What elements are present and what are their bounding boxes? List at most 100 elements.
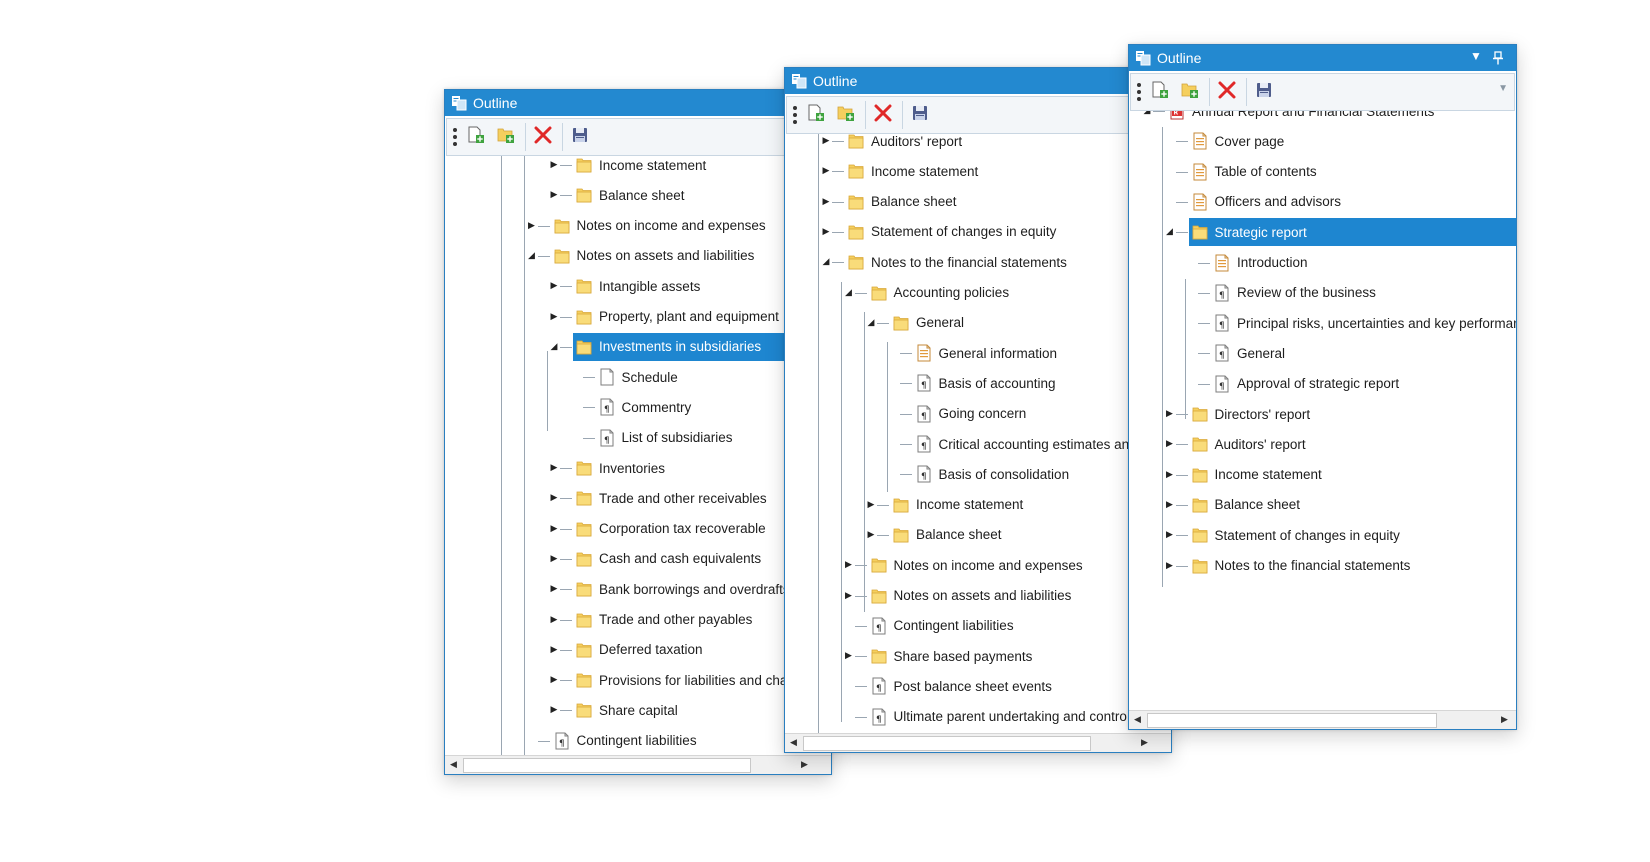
expand-arrow-icon[interactable]: ▶ (549, 492, 559, 503)
expand-arrow-icon[interactable]: ▶ (549, 583, 559, 594)
tree-item[interactable]: Income statement (1192, 461, 1322, 489)
tree-item[interactable]: Notes on assets and liabilities (554, 242, 754, 270)
expand-arrow-icon[interactable]: ▶ (1165, 529, 1175, 540)
collapse-arrow-icon[interactable]: ◢ (1165, 226, 1175, 237)
tree-item[interactable]: ¶ Going concern (916, 400, 1026, 428)
tree-item[interactable]: R Annual Report and Financial Statements (1169, 111, 1434, 125)
window-titlebar[interactable]: Outline (445, 90, 831, 116)
tree-item[interactable]: Notes on assets and liabilities (871, 582, 1071, 610)
tree-item[interactable]: Introduction (1214, 249, 1308, 277)
scroll-left-icon[interactable]: ◀ (1134, 714, 1141, 725)
outline-tree[interactable]: Income statement ▶ Balance sheet ▶ Notes on … (445, 156, 831, 756)
add-folder-button[interactable] (833, 102, 859, 128)
tree-item[interactable]: Inventories (576, 454, 665, 482)
tree-item[interactable]: Intangible assets (576, 272, 700, 300)
collapse-arrow-icon[interactable]: ◢ (844, 287, 854, 298)
expand-arrow-icon[interactable]: ▶ (866, 529, 876, 540)
delete-button[interactable] (1214, 79, 1240, 105)
expand-arrow-icon[interactable]: ▶ (821, 226, 831, 237)
tree-item[interactable]: Directors' report (1192, 400, 1310, 428)
expand-arrow-icon[interactable]: ▶ (844, 590, 854, 601)
toolbar-grip-icon[interactable] (453, 128, 457, 146)
tree-item[interactable]: ¶ Approval of strategic report (1214, 370, 1399, 398)
tree-item[interactable]: Balance sheet (893, 521, 1002, 549)
tree-item[interactable]: Table of contents (1192, 158, 1317, 186)
tree-item[interactable]: ¶ Critical accounting estimates and (916, 430, 1137, 458)
tree-item[interactable]: ¶ Ultimate parent undertaking and contro (871, 703, 1127, 731)
tree-item[interactable]: ¶ Contingent liabilities (554, 727, 697, 755)
tree-item[interactable]: Cover page (1192, 127, 1284, 155)
tree-item[interactable]: Cash and cash equivalents (576, 545, 761, 573)
tree-item[interactable]: ¶ Basis of consolidation (916, 460, 1069, 488)
tree-item[interactable]: Income statement (848, 157, 978, 185)
outline-tree[interactable]: Auditors' report ▶ Income statement ▶ Balanc… (785, 134, 1171, 734)
expand-arrow-icon[interactable]: ▶ (866, 499, 876, 510)
expand-arrow-icon[interactable]: ▶ (549, 280, 559, 291)
scrollbar-thumb[interactable] (463, 758, 751, 773)
collapse-arrow-icon[interactable]: ◢ (549, 341, 559, 352)
tree-item[interactable]: General (893, 309, 964, 337)
add-page-button[interactable] (1147, 79, 1173, 105)
expand-arrow-icon[interactable]: ▶ (549, 614, 559, 625)
tree-item[interactable]: Property, plant and equipment (576, 303, 779, 331)
expand-arrow-icon[interactable]: ▶ (549, 644, 559, 655)
pin-icon[interactable] (1492, 51, 1504, 65)
add-folder-button[interactable] (493, 124, 519, 150)
tree-item[interactable]: Balance sheet (576, 181, 685, 209)
expand-arrow-icon[interactable]: ▶ (821, 165, 831, 176)
expand-arrow-icon[interactable]: ▶ (549, 159, 559, 170)
tree-item[interactable]: ¶ Basis of accounting (916, 369, 1056, 397)
tree-item[interactable]: ¶ General (1214, 339, 1285, 367)
scrollbar-thumb[interactable] (803, 736, 1091, 751)
tree-item[interactable]: Accounting policies (871, 279, 1009, 307)
expand-arrow-icon[interactable]: ▶ (549, 311, 559, 322)
tree-item[interactable]: Share based payments (871, 642, 1032, 670)
horizontal-scrollbar[interactable]: ◀ ▶ (1129, 710, 1516, 729)
tree-item[interactable]: Corporation tax recoverable (576, 515, 766, 543)
tree-item[interactable]: Notes to the financial statements (848, 248, 1067, 276)
expand-arrow-icon[interactable]: ▶ (1165, 560, 1175, 571)
add-page-button[interactable] (463, 124, 489, 150)
expand-arrow-icon[interactable]: ▶ (1165, 469, 1175, 480)
delete-button[interactable] (530, 124, 556, 150)
tree-item[interactable]: ¶ Principal risks, uncertainties and key … (1214, 309, 1516, 337)
delete-button[interactable] (870, 102, 896, 128)
expand-arrow-icon[interactable]: ▶ (844, 559, 854, 570)
tree-item[interactable]: ¶ List of subsidiaries (599, 424, 733, 452)
horizontal-scrollbar[interactable]: ◀ ▶ (785, 733, 1171, 752)
scroll-right-icon[interactable]: ▶ (801, 759, 808, 770)
tree-item[interactable]: Notes to the financial statements (1192, 552, 1410, 580)
scrollbar-thumb[interactable] (1147, 713, 1437, 728)
expand-arrow-icon[interactable]: ▶ (549, 462, 559, 473)
collapse-arrow-icon[interactable]: ◢ (1142, 111, 1152, 116)
tree-item[interactable]: Strategic report (1188, 218, 1516, 247)
collapse-arrow-icon[interactable]: ◢ (527, 250, 537, 261)
tree-item[interactable]: Balance sheet (848, 188, 957, 216)
tree-item[interactable]: Schedule (599, 363, 678, 391)
window-titlebar[interactable]: Outline ▼ (1129, 45, 1516, 71)
tree-item[interactable]: Bank borrowings and overdrafts (576, 575, 790, 603)
tree-item[interactable]: ¶ Review of the business (1214, 279, 1376, 307)
toolbar-grip-icon[interactable] (793, 106, 797, 124)
collapse-arrow-icon[interactable]: ◢ (866, 317, 876, 328)
tree-item[interactable]: Notes on income and expenses (871, 551, 1083, 579)
scroll-right-icon[interactable]: ▶ (1141, 737, 1148, 748)
scroll-left-icon[interactable]: ◀ (450, 759, 457, 770)
add-folder-button[interactable] (1177, 79, 1203, 105)
scroll-left-icon[interactable]: ◀ (790, 737, 797, 748)
window-titlebar[interactable]: Outline (785, 68, 1171, 94)
expand-arrow-icon[interactable]: ▶ (844, 650, 854, 661)
tree-item[interactable]: Auditors' report (848, 134, 962, 155)
expand-arrow-icon[interactable]: ▶ (549, 704, 559, 715)
tree-item[interactable]: Statement of changes in equity (848, 218, 1056, 246)
tree-item[interactable]: Income statement (893, 491, 1023, 519)
tree-item[interactable]: ¶ Post balance sheet events (871, 672, 1052, 700)
expand-arrow-icon[interactable]: ▶ (549, 189, 559, 200)
tree-item[interactable]: Deferred taxation (576, 636, 703, 664)
dropdown-menu-icon[interactable]: ▼ (1470, 49, 1482, 63)
tree-item[interactable]: General information (916, 339, 1057, 367)
horizontal-scrollbar[interactable]: ◀ ▶ (445, 755, 831, 774)
expand-arrow-icon[interactable]: ▶ (549, 523, 559, 534)
tree-item[interactable]: Share capital (576, 696, 678, 724)
expand-arrow-icon[interactable]: ▶ (527, 220, 537, 231)
